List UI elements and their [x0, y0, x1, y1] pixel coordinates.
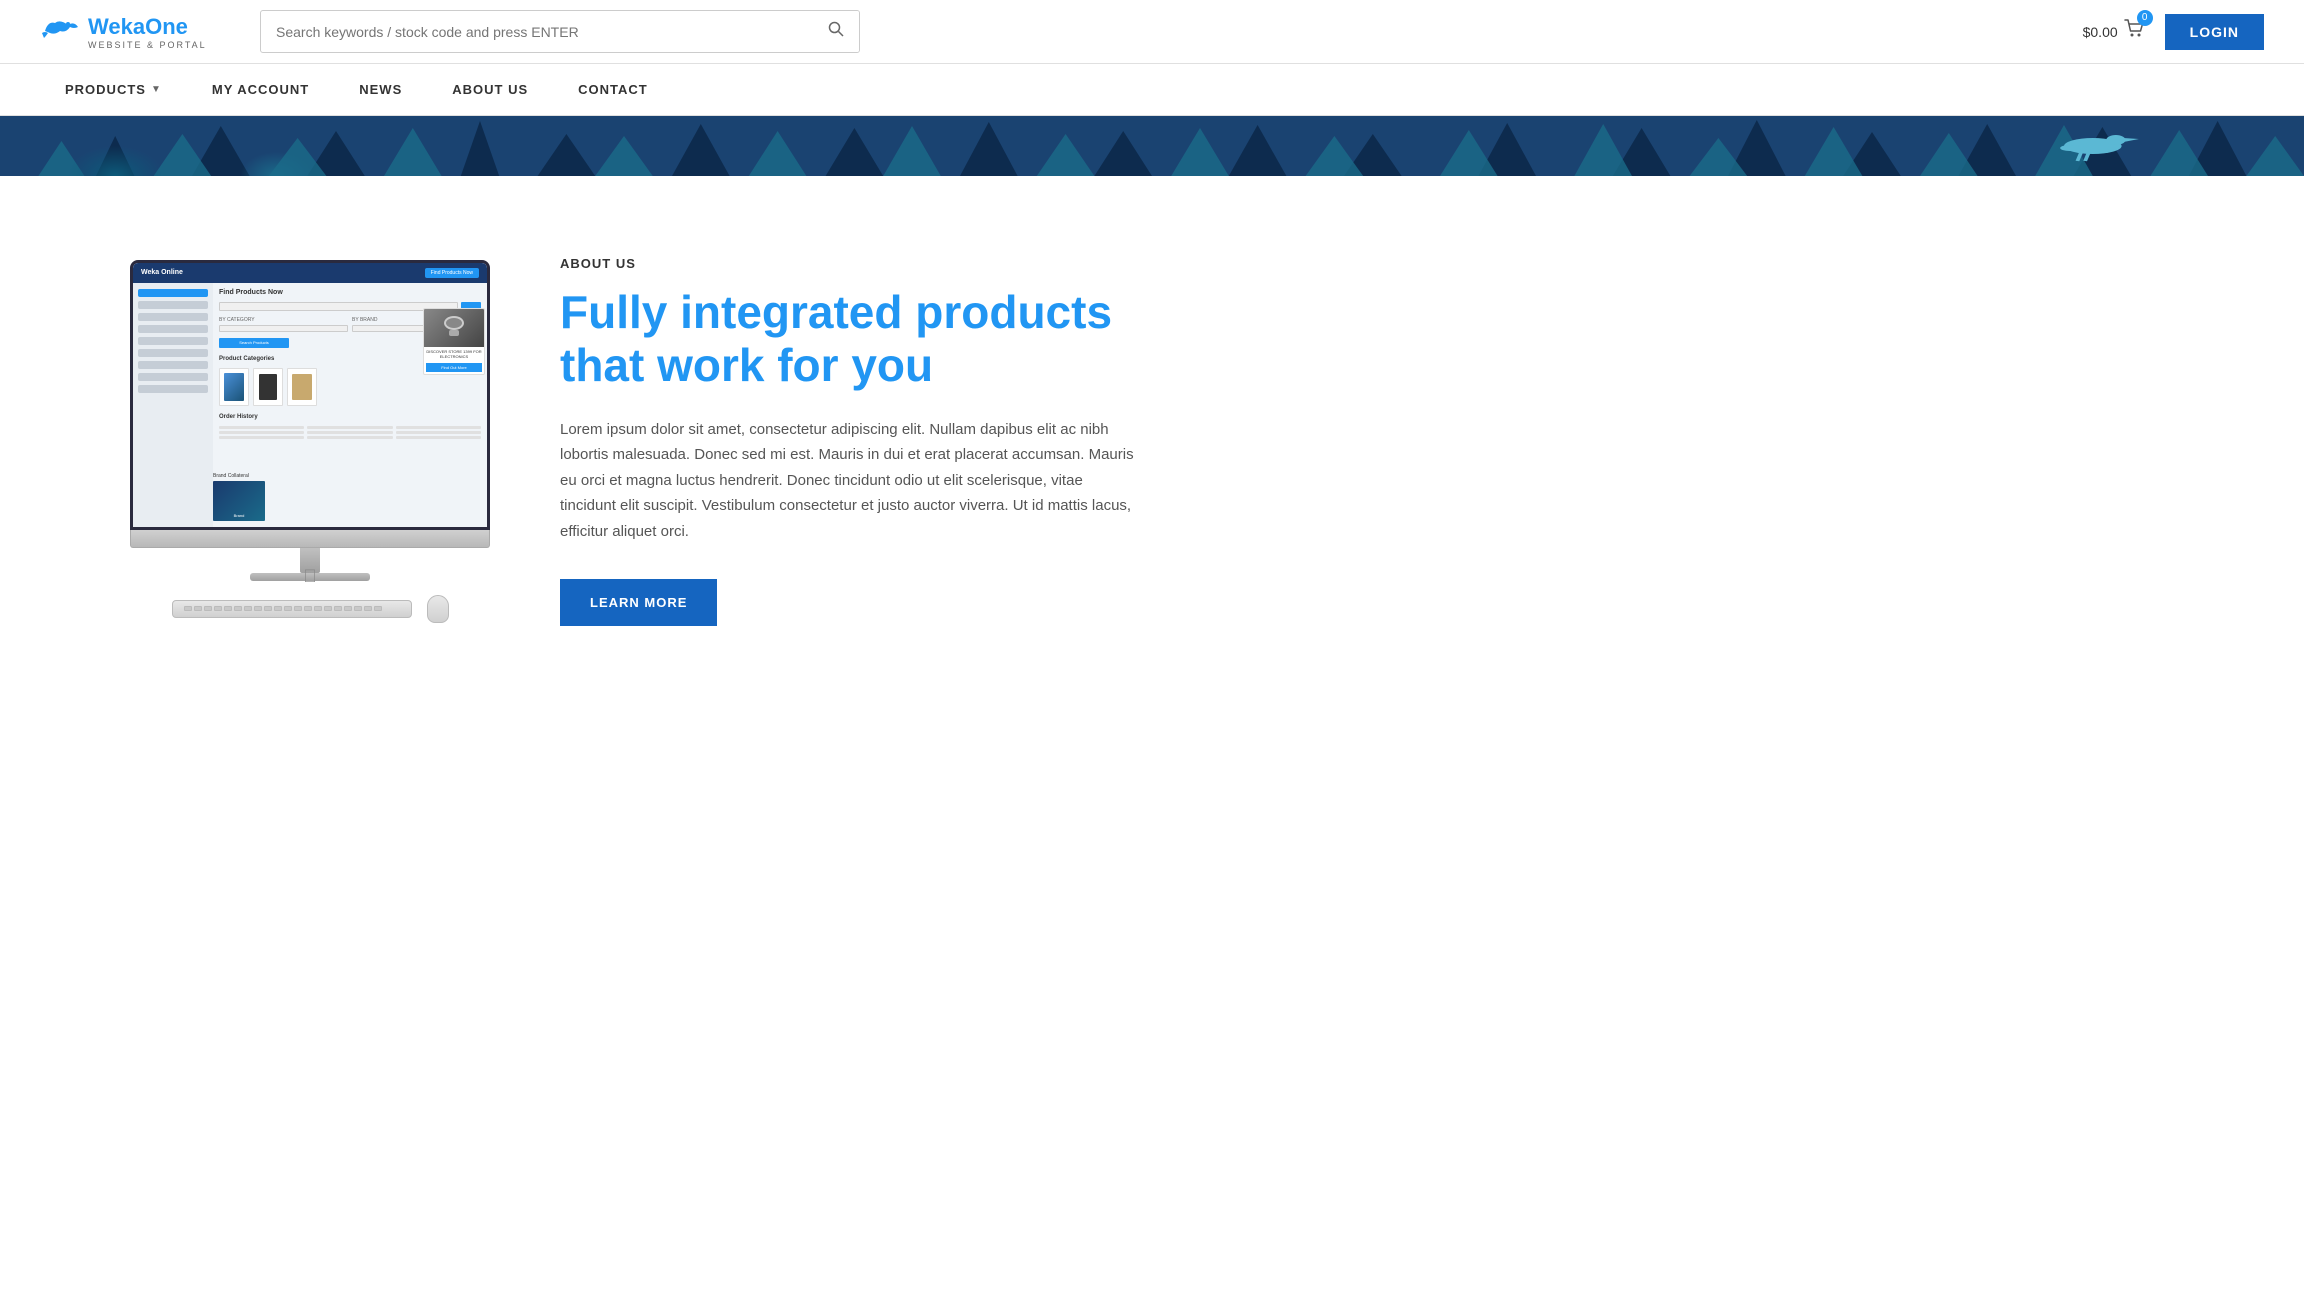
cart-icon	[2123, 23, 2145, 45]
keyboard	[172, 600, 412, 618]
screen-sidebar-item	[138, 373, 208, 381]
chevron-down-icon: ▼	[151, 84, 162, 95]
search-bar[interactable]	[260, 10, 860, 53]
main-heading: Fully integrated products that work for …	[560, 286, 1140, 392]
content-section: ABOUT US Fully integrated products that …	[560, 256, 1140, 626]
logo-tagline: WEBSITE & PORTAL	[88, 40, 207, 50]
logo-brand: WekaOne	[88, 14, 207, 40]
monitor-chin	[130, 530, 490, 548]
screen-sidebar-item	[138, 325, 208, 333]
screen-sidebar-item	[138, 301, 208, 309]
cart-badge: 0	[2137, 10, 2153, 26]
nav-item-news[interactable]: NEWS	[334, 64, 427, 115]
screen-sidebar-item	[138, 313, 208, 321]
apple-logo-icon: 	[303, 566, 317, 587]
learn-more-button[interactable]: LEARN MORE	[560, 579, 717, 626]
monitor-mockup: Weka Online Find Products Now	[120, 260, 500, 623]
screen-sidebar	[133, 283, 213, 527]
logo-area[interactable]: WekaOne WEBSITE & PORTAL	[40, 11, 240, 53]
screen-sidebar-item	[138, 337, 208, 345]
monitor-screen: Weka Online Find Products Now	[130, 260, 490, 530]
screen-sidebar-item	[138, 361, 208, 369]
nav-item-contact[interactable]: CONTACT	[553, 64, 673, 115]
screen-sidebar-item	[138, 349, 208, 357]
screen-logo: Weka Online	[141, 269, 183, 276]
keyboard-area	[172, 595, 449, 623]
nav-item-myaccount[interactable]: MY ACCOUNT	[187, 64, 334, 115]
site-header: WekaOne WEBSITE & PORTAL $0.00	[0, 0, 2304, 64]
mouse	[427, 595, 449, 623]
cart-area[interactable]: $0.00 0	[2083, 18, 2145, 46]
logo-bird-icon	[40, 11, 80, 53]
search-button[interactable]	[813, 11, 859, 52]
nav-item-products[interactable]: PRODUCTS ▼	[40, 64, 187, 115]
section-label: ABOUT US	[560, 256, 1140, 271]
screen-sidebar-item	[138, 385, 208, 393]
header-right: $0.00 0 LOGIN	[2083, 14, 2264, 50]
screen-topbar-button: Find Products Now	[425, 268, 479, 278]
login-button[interactable]: LOGIN	[2165, 14, 2264, 50]
screen-sidebar-item	[138, 289, 208, 297]
logo-text: WekaOne WEBSITE & PORTAL	[88, 14, 207, 50]
body-text: Lorem ipsum dolor sit amet, consectetur …	[560, 417, 1140, 545]
search-input[interactable]	[261, 14, 813, 50]
cart-price: $0.00	[2083, 24, 2118, 40]
hero-banner	[0, 116, 2304, 176]
main-nav: PRODUCTS ▼ MY ACCOUNT NEWS ABOUT US CONT…	[0, 64, 2304, 116]
main-content: Weka Online Find Products Now	[0, 176, 2304, 706]
nav-item-aboutus[interactable]: ABOUT US	[427, 64, 553, 115]
